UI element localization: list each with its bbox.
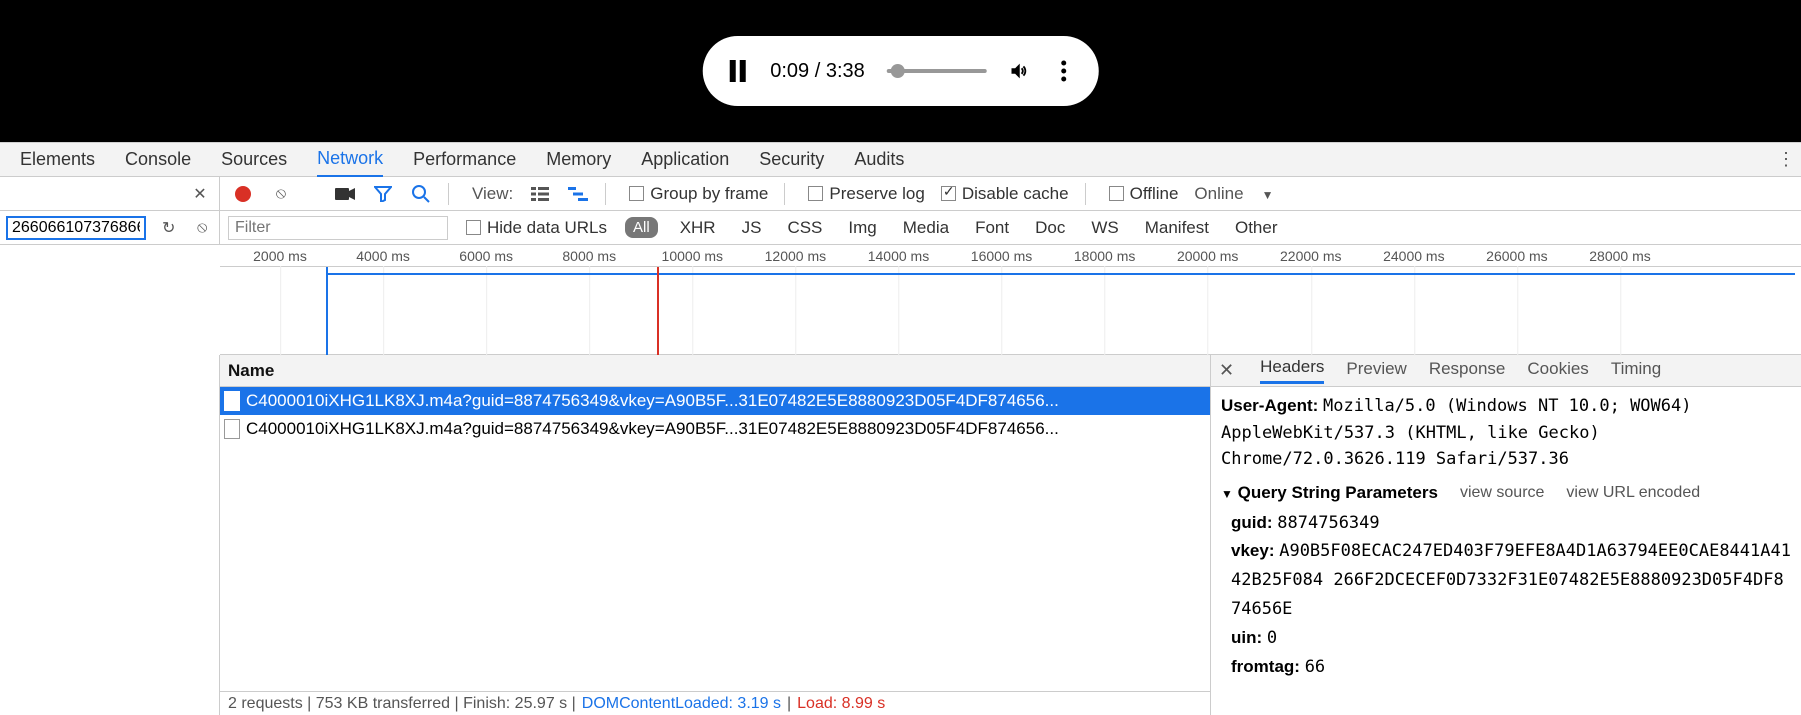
tab-sources[interactable]: Sources bbox=[221, 143, 287, 176]
header-user-agent: User-Agent: Mozilla/5.0 (Windows NT 10.0… bbox=[1221, 393, 1791, 473]
view-label: View: bbox=[472, 184, 513, 204]
view-large-icon[interactable] bbox=[529, 183, 551, 205]
detail-tab-response[interactable]: Response bbox=[1429, 359, 1506, 383]
category-js[interactable]: JS bbox=[738, 216, 766, 240]
devtools-panel: Elements Console Sources Network Perform… bbox=[0, 142, 1801, 715]
request-list: Name C4000010iXHG1LK8XJ.m4a?guid=8874756… bbox=[220, 355, 1211, 715]
view-waterfall-icon[interactable] bbox=[567, 183, 589, 205]
refresh-icon[interactable]: ↻ bbox=[158, 217, 180, 239]
category-all[interactable]: All bbox=[625, 217, 658, 238]
filter-icon[interactable] bbox=[372, 183, 394, 205]
media-time: 0:09 / 3:38 bbox=[770, 60, 865, 83]
filter-input[interactable] bbox=[228, 216, 448, 240]
media-menu-icon[interactable] bbox=[1053, 60, 1075, 82]
file-icon bbox=[224, 419, 240, 439]
frame-search-input[interactable] bbox=[6, 216, 146, 240]
camera-icon[interactable] bbox=[334, 183, 356, 205]
param-fromtag: fromtag: 66 bbox=[1231, 653, 1791, 682]
volume-icon[interactable] bbox=[1009, 60, 1031, 82]
record-button[interactable] bbox=[232, 183, 254, 205]
disable-cache-checkbox[interactable]: Disable cache bbox=[941, 184, 1069, 204]
category-xhr[interactable]: XHR bbox=[676, 216, 720, 240]
request-row[interactable]: C4000010iXHG1LK8XJ.m4a?guid=8874756349&v… bbox=[220, 415, 1210, 443]
media-player[interactable]: 0:09 / 3:38 bbox=[702, 36, 1099, 106]
tab-memory[interactable]: Memory bbox=[546, 143, 611, 176]
load-time: Load: 8.99 s bbox=[797, 695, 885, 713]
tab-elements[interactable]: Elements bbox=[20, 143, 95, 176]
param-vkey: vkey: A90B5F08ECAC247ED403F79EFE8A4D1A63… bbox=[1231, 537, 1791, 624]
domcontentloaded-link[interactable]: DOMContentLoaded: 3.19 s bbox=[582, 695, 781, 713]
clear-icon[interactable]: ⦸ bbox=[270, 183, 292, 205]
param-uin: uin: 0 bbox=[1231, 624, 1791, 653]
block-icon[interactable]: ⦸ bbox=[192, 217, 214, 239]
tab-performance[interactable]: Performance bbox=[413, 143, 516, 176]
category-media[interactable]: Media bbox=[899, 216, 953, 240]
category-font[interactable]: Font bbox=[971, 216, 1013, 240]
view-source-link[interactable]: view source bbox=[1460, 484, 1544, 502]
request-details: ✕ Headers Preview Response Cookies Timin… bbox=[1211, 355, 1801, 715]
view-url-encoded-link[interactable]: view URL encoded bbox=[1566, 484, 1700, 502]
tab-application[interactable]: Application bbox=[641, 143, 729, 176]
category-manifest[interactable]: Manifest bbox=[1141, 216, 1213, 240]
hide-data-urls-checkbox[interactable]: Hide data URLs bbox=[466, 218, 607, 238]
detail-tab-cookies[interactable]: Cookies bbox=[1527, 359, 1588, 383]
filter-row: ↻ ⦸ Hide data URLs All XHR JS CSS Img Me… bbox=[0, 211, 1801, 245]
search-icon[interactable] bbox=[410, 183, 432, 205]
tab-audits[interactable]: Audits bbox=[854, 143, 904, 176]
category-other[interactable]: Other bbox=[1231, 216, 1282, 240]
query-params-section[interactable]: ▼ Query String Parameters view source vi… bbox=[1221, 483, 1791, 503]
close-icon[interactable]: ✕ bbox=[189, 183, 211, 205]
detail-tab-preview[interactable]: Preview bbox=[1346, 359, 1406, 383]
detail-tab-headers[interactable]: Headers bbox=[1260, 357, 1324, 384]
network-timeline[interactable]: 2000 ms4000 ms6000 ms8000 ms10000 ms1200… bbox=[220, 245, 1801, 355]
request-row[interactable]: C4000010iXHG1LK8XJ.m4a?guid=8874756349&v… bbox=[220, 387, 1210, 415]
name-column-header[interactable]: Name bbox=[220, 355, 1210, 387]
frames-sidebar bbox=[0, 355, 220, 715]
tab-network[interactable]: Network bbox=[317, 142, 383, 178]
group-by-frame-checkbox[interactable]: Group by frame bbox=[629, 184, 768, 204]
devtools-menu-icon[interactable]: ⋮ bbox=[1771, 149, 1801, 170]
detail-tab-timing[interactable]: Timing bbox=[1611, 359, 1661, 383]
tab-security[interactable]: Security bbox=[759, 143, 824, 176]
devtools-tab-bar: Elements Console Sources Network Perform… bbox=[0, 143, 1801, 177]
page-content: 0:09 / 3:38 bbox=[0, 0, 1801, 142]
param-guid: guid: 8874756349 bbox=[1231, 509, 1791, 538]
offline-checkbox[interactable]: Offline bbox=[1109, 184, 1179, 204]
network-toolbar: ✕ ⦸ View: Group by frame bbox=[0, 177, 1801, 211]
preserve-log-checkbox[interactable]: Preserve log bbox=[808, 184, 924, 204]
category-ws[interactable]: WS bbox=[1087, 216, 1122, 240]
category-css[interactable]: CSS bbox=[783, 216, 826, 240]
file-icon bbox=[224, 391, 240, 411]
tab-console[interactable]: Console bbox=[125, 143, 191, 176]
throttling-select[interactable]: Online▼ bbox=[1194, 184, 1273, 204]
category-doc[interactable]: Doc bbox=[1031, 216, 1069, 240]
media-progress[interactable] bbox=[887, 69, 987, 73]
category-img[interactable]: Img bbox=[844, 216, 880, 240]
pause-icon[interactable] bbox=[726, 60, 748, 82]
close-details-icon[interactable]: ✕ bbox=[1219, 360, 1234, 381]
status-bar: 2 requests | 753 KB transferred | Finish… bbox=[220, 691, 1210, 715]
